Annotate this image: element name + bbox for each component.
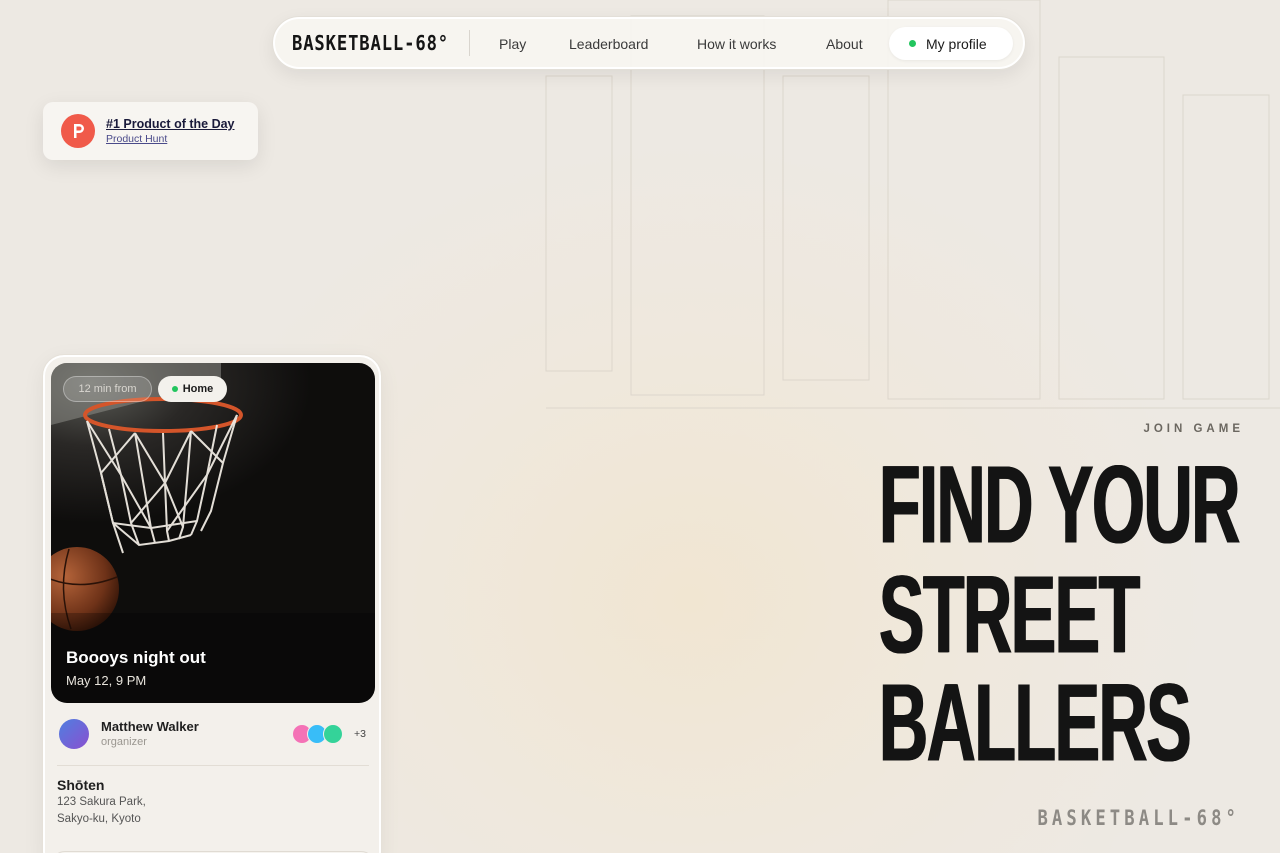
nav-link-play[interactable]: Play [499,17,526,71]
venue-address-line-1: 123 Sakura Park, [57,796,146,808]
event-title: Boooys night out [66,648,206,667]
home-chip: Home [158,376,227,402]
hero-headline-line-3: BALLERS [879,662,1192,785]
nav-link-leaderboard[interactable]: Leaderboard [569,17,648,71]
venue-name: Shōten [57,777,105,793]
basketball-hoop-photo: 12 min from Home Boooys night out May 12… [51,363,375,703]
product-hunt-logo-icon [61,114,95,148]
card-divider [57,765,369,766]
organizer-role: organizer [101,736,147,748]
travel-time-chip: 12 min from [63,376,152,402]
my-profile-button[interactable]: My profile [889,27,1013,60]
participants-more-count: +3 [354,728,366,740]
participant-avatar [323,724,343,744]
organizer-avatar[interactable] [59,719,89,749]
top-navigation: BASKETBALL-68° Play Leaderboard How it w… [272,16,1026,70]
join-game-eyebrow: JOIN GAME [1143,423,1244,435]
nav-link-how-it-works[interactable]: How it works [697,17,776,71]
product-hunt-badge[interactable]: #1 Product of the Day Product Hunt [43,102,258,160]
online-status-dot-icon [909,40,916,47]
brand-logo[interactable]: BASKETBALL-68° [292,31,448,55]
product-hunt-title[interactable]: #1 Product of the Day [106,117,235,131]
nav-link-about[interactable]: About [826,17,863,71]
product-hunt-subtitle[interactable]: Product Hunt [106,133,235,145]
hero-headline-line-2: STREET [879,554,1140,677]
home-chip-label: Home [182,383,214,395]
home-dot-icon [171,386,178,392]
nav-divider [469,30,470,56]
event-date: May 12, 9 PM [66,673,147,688]
venue-address-line-2: Sakyo-ku, Kyoto [57,813,141,825]
game-card[interactable]: 12 min from Home Boooys night out May 12… [42,354,382,853]
hero-headline-line-1: FIND YOUR [879,444,1240,567]
organizer-name: Matthew Walker [101,719,199,734]
my-profile-label: My profile [926,35,987,52]
footer-brand-wordmark: BASKETBALL-68° [1037,806,1240,830]
